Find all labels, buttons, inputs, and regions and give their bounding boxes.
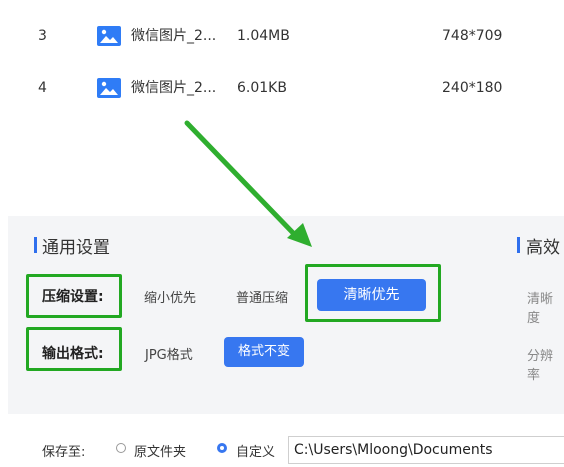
- radio-original-folder[interactable]: [116, 443, 126, 453]
- row-index: 4: [38, 80, 47, 96]
- output-option-jpg[interactable]: JPG格式: [145, 344, 193, 363]
- image-file-icon: [97, 78, 121, 98]
- save-path-input[interactable]: C:\Users\Mloong\Documents: [288, 436, 564, 464]
- output-option-keep-button[interactable]: 格式不变: [224, 337, 304, 367]
- table-row[interactable]: 3 微信图片_2... 1.04MB 748*709: [0, 11, 564, 61]
- file-name: 微信图片_2...: [131, 28, 217, 44]
- radio-custom-folder[interactable]: [217, 443, 227, 453]
- annotation-box: [26, 274, 122, 318]
- file-size: 6.01KB: [237, 80, 287, 96]
- custom-folder-label[interactable]: 自定义: [236, 441, 275, 460]
- original-folder-label[interactable]: 原文件夹: [134, 441, 186, 460]
- file-size: 1.04MB: [237, 28, 290, 44]
- save-to-label: 保存至:: [42, 445, 86, 460]
- table-row[interactable]: 4 微信图片_2... 6.01KB 240*180: [0, 63, 564, 113]
- section-marker: [34, 237, 37, 253]
- file-resolution: 240*180: [442, 80, 503, 96]
- annotation-box: [305, 264, 441, 322]
- row-index: 3: [38, 28, 47, 44]
- compress-option-smaller[interactable]: 缩小优先: [144, 287, 196, 306]
- compress-option-normal[interactable]: 普通压缩: [236, 287, 288, 306]
- advanced-settings-title: 高效: [526, 238, 560, 258]
- image-file-icon: [97, 26, 121, 46]
- clarity-setting-label: 清晰度: [527, 292, 554, 326]
- section-marker: [517, 237, 520, 253]
- general-settings-title: 通用设置: [42, 238, 110, 258]
- file-resolution: 748*709: [442, 28, 503, 44]
- annotation-box: [26, 327, 122, 371]
- file-name: 微信图片_2...: [131, 80, 217, 96]
- resolution-setting-label: 分辨率: [527, 349, 554, 383]
